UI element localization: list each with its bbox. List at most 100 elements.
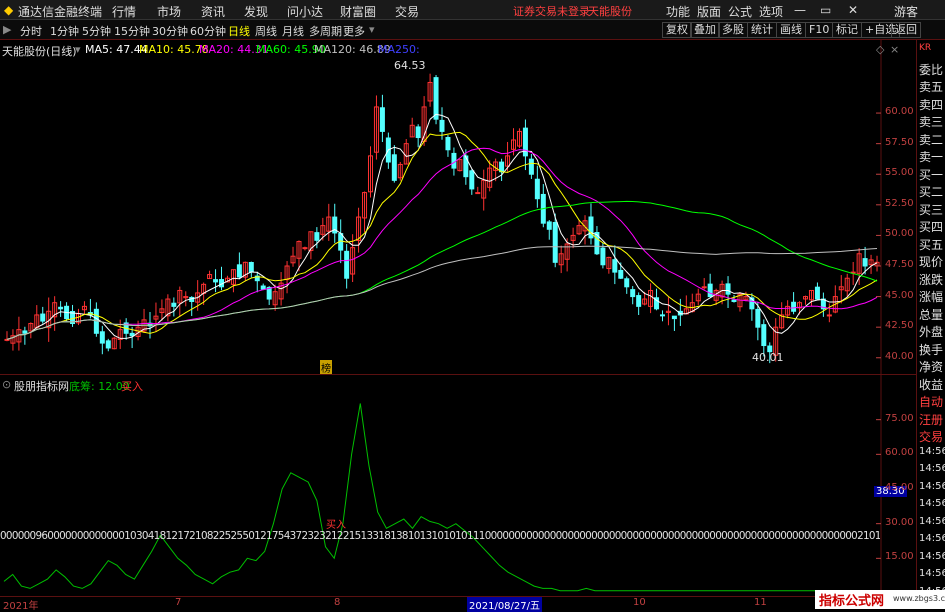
- period-tab[interactable]: 分时: [20, 23, 42, 39]
- price-chart[interactable]: 天能股份(日线) ▾ MA5: 47.44 MA10: 45.78 MA20: …: [0, 40, 916, 375]
- side-label: 14:56: [919, 480, 945, 492]
- side-label: 委比: [919, 62, 944, 77]
- candle-body: [236, 264, 242, 278]
- menu-assistant[interactable]: 问小达: [287, 3, 323, 20]
- stats-button[interactable]: 统计: [747, 22, 777, 38]
- indicator-chart[interactable]: ⊙ 股朋指标网 底筹: 12.00 买入 38.30 0000009600000…: [0, 374, 916, 597]
- candle-body: [600, 247, 606, 266]
- menu-trade[interactable]: 交易: [395, 3, 419, 20]
- indicator-svg[interactable]: [0, 375, 916, 597]
- menu-discover[interactable]: 发现: [244, 3, 268, 20]
- price-tick-label: 45.00: [885, 289, 914, 301]
- menu-layout[interactable]: 版面: [697, 3, 721, 20]
- mark-button[interactable]: 标记: [832, 22, 862, 38]
- side-label: 换手: [919, 342, 944, 357]
- back-button[interactable]: 返回: [891, 22, 921, 38]
- candle-body: [314, 232, 320, 241]
- adjust-button[interactable]: 复权: [662, 22, 692, 38]
- rank-badge[interactable]: 榜: [320, 360, 332, 375]
- close-icon[interactable]: ×: [890, 43, 899, 56]
- ma10-line: [6, 131, 878, 340]
- candle-body: [40, 313, 46, 322]
- period-toolbar: ▶ 分时 1分钟 5分钟 15分钟 30分钟 60分钟 日线 周线 月线 多周期…: [0, 20, 945, 40]
- chevron-down-icon[interactable]: ▾: [369, 23, 375, 36]
- date-label: 11: [754, 597, 767, 608]
- candle-body: [761, 324, 767, 347]
- period-tab[interactable]: 60分钟: [190, 23, 226, 39]
- side-label: 卖五: [919, 80, 944, 94]
- candle-body: [552, 222, 558, 263]
- period-tab[interactable]: 多周期: [309, 23, 342, 39]
- diamond-icon[interactable]: ◇: [876, 43, 884, 56]
- candle-body: [22, 330, 28, 334]
- date-label: 8: [334, 597, 341, 608]
- signal-digits: 0000009600000000000001030418121721082252…: [0, 530, 880, 542]
- period-tab-active[interactable]: 日线: [228, 23, 250, 39]
- menu-formula[interactable]: 公式: [728, 3, 752, 20]
- minimize-icon[interactable]: —: [794, 3, 806, 17]
- candle-body: [445, 137, 451, 151]
- side-label: 涨跌: [919, 272, 944, 287]
- draw-button[interactable]: 画线: [776, 22, 806, 38]
- period-tab[interactable]: 30分钟: [152, 23, 188, 39]
- candle-body: [105, 340, 111, 349]
- candle-body: [630, 289, 636, 298]
- restore-icon[interactable]: ▭: [820, 3, 831, 17]
- candle-body: [546, 221, 552, 230]
- side-label: 汪册: [919, 412, 944, 427]
- menu-options[interactable]: 选项: [759, 3, 783, 20]
- title-bar: ◆ 通达信金融终端 行情 市场 资讯 发现 问小达 财富圈 交易 证券交易未登录…: [0, 0, 945, 20]
- date-label: 7: [175, 597, 182, 608]
- candlestick-svg[interactable]: [0, 40, 916, 374]
- candle-body: [731, 299, 737, 302]
- quote-side-panel: KR 委比 卖五 卖四 卖三 卖二 卖一 买一 买二 买三 买四 买五 现价 涨跌 涨幅 总量 外盘 换手 净资 收益…: [916, 40, 945, 600]
- candle-body: [171, 302, 177, 307]
- indicator-name: 股朋指标网: [14, 380, 69, 393]
- side-label: 交易: [919, 430, 944, 444]
- play-icon[interactable]: ▶: [3, 23, 11, 36]
- candle-body: [814, 286, 820, 300]
- cursor-date: 2021/08/27/五: [467, 597, 543, 612]
- candle-body: [439, 119, 445, 132]
- candle-body: [260, 285, 266, 290]
- side-label: 收益: [919, 377, 944, 392]
- period-tab[interactable]: 15分钟: [114, 23, 150, 39]
- side-label: 14:56: [919, 445, 945, 457]
- period-tab[interactable]: 5分钟: [82, 23, 111, 39]
- period-tab[interactable]: 周线: [255, 23, 277, 39]
- period-tab[interactable]: 月线: [282, 23, 304, 39]
- login-notice[interactable]: 证券交易未登录: [513, 3, 590, 19]
- close-icon[interactable]: ✕: [848, 3, 858, 17]
- candle-body: [248, 262, 254, 273]
- menu-quotes[interactable]: 行情: [112, 3, 136, 20]
- buy-legend: 买入: [121, 380, 143, 393]
- ma60-line: [6, 200, 878, 340]
- side-label: 总量: [919, 307, 944, 322]
- candle-body: [618, 269, 624, 279]
- stock-link[interactable]: 天能股份: [588, 3, 632, 19]
- side-label: 现价: [919, 255, 944, 269]
- period-tab[interactable]: 更多: [343, 23, 365, 39]
- candle-body: [612, 259, 618, 273]
- f10-button[interactable]: F10: [805, 22, 834, 38]
- candle-body: [99, 331, 105, 344]
- menu-wealth[interactable]: 财富圈: [340, 3, 376, 20]
- price-tick-label: 50.00: [885, 228, 914, 240]
- buy-marker: 买入: [326, 520, 346, 531]
- settings-icon[interactable]: ⊙: [2, 378, 11, 391]
- candle-body: [659, 314, 665, 317]
- menu-news[interactable]: 资讯: [201, 3, 225, 20]
- period-tab[interactable]: 1分钟: [50, 23, 79, 39]
- price-tick-label: 42.50: [885, 320, 914, 332]
- indicator-tick-label: 75.00: [885, 412, 914, 424]
- candle-body: [58, 306, 64, 310]
- collapse-icon[interactable]: ▾: [75, 43, 81, 56]
- side-label: 14:56: [919, 568, 945, 579]
- multi-stock-button[interactable]: 多股: [718, 22, 748, 38]
- candle-body: [636, 295, 642, 307]
- menu-market[interactable]: 市场: [157, 3, 181, 20]
- indicator-line: [3, 403, 830, 592]
- menu-function[interactable]: 功能: [666, 3, 690, 20]
- side-label: 买一: [919, 167, 944, 182]
- overlay-button[interactable]: 叠加: [690, 22, 720, 38]
